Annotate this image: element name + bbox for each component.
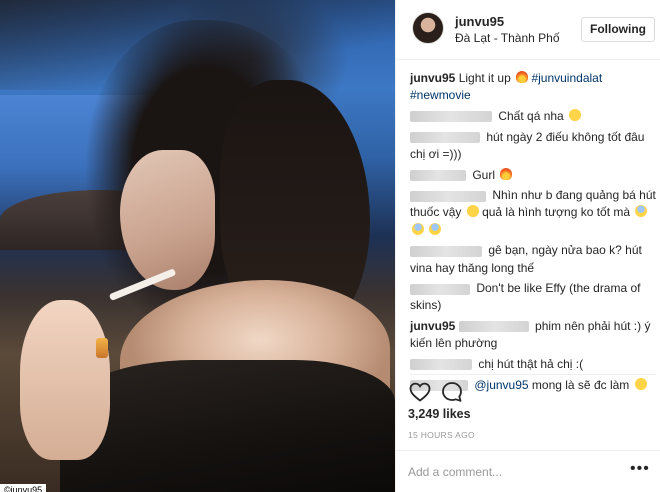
section-divider <box>410 374 656 375</box>
comment-bubble-icon[interactable] <box>440 380 464 404</box>
header-location[interactable]: Đà Lạt - Thành Phố <box>455 31 573 45</box>
blurred-mention <box>458 321 529 333</box>
list-item: junvu95 phim nên phải hút :) ý kiến lên … <box>410 318 656 352</box>
comment-text: chị hút thật hả chị :( <box>478 357 584 372</box>
list-item: Don't be like Effy (the drama of skins) <box>410 280 656 314</box>
blurred-username <box>410 131 480 143</box>
blurred-username <box>410 169 466 181</box>
add-comment-row: ••• <box>396 450 660 492</box>
smirk-emoji-icon <box>466 205 479 218</box>
likes-count[interactable]: 3,249 likes <box>408 407 471 421</box>
photo-lighter <box>96 338 108 358</box>
more-options-icon[interactable]: ••• <box>630 461 650 477</box>
hashtag-junvuindalat[interactable]: #junvuindalat <box>531 71 602 85</box>
scream-emoji-icon <box>429 222 442 235</box>
fire-emoji-icon <box>516 71 529 83</box>
following-button[interactable]: Following <box>581 17 655 42</box>
laughing-emoji-icon <box>569 108 582 121</box>
list-item: hút ngày 2 điếu không tốt đâu chị ơi =))… <box>410 129 656 163</box>
post-side-panel: junvu95 Đà Lạt - Thành Phố Following jun… <box>395 0 660 492</box>
fire-emoji-icon <box>500 167 513 180</box>
list-item: gê bạn, ngày nửa bao k? hút vina hay thă… <box>410 242 656 276</box>
blurred-username <box>410 190 486 202</box>
post-photo[interactable]: ©junvu95 <box>0 0 395 492</box>
hashtag-newmovie[interactable]: #newmovie <box>410 88 471 102</box>
caption-username[interactable]: junvu95 <box>410 71 455 85</box>
blurred-username <box>410 283 470 295</box>
list-item: chị hút thật hả chị :( <box>410 356 656 373</box>
scream-emoji-icon <box>412 222 424 235</box>
comment-text: Chất qá nha <box>498 108 564 123</box>
list-item: Gurl <box>410 167 656 184</box>
list-item: Chất qá nha <box>410 108 656 125</box>
avatar[interactable] <box>412 12 444 44</box>
post-header: junvu95 Đà Lạt - Thành Phố Following <box>396 0 660 60</box>
photo-jacket <box>60 360 395 492</box>
blurred-username <box>410 245 482 257</box>
comment-list: junvu95 Light it up #junvuindalat #newmo… <box>410 70 656 397</box>
comment-text-continued: quả là hình tượng ko tốt mà <box>482 205 631 220</box>
add-comment-input[interactable] <box>408 463 618 481</box>
blurred-username <box>410 111 492 123</box>
header-username[interactable]: junvu95 <box>455 14 504 29</box>
photo-hand <box>20 300 110 460</box>
scream-emoji-icon <box>635 205 648 218</box>
comment-text: Gurl <box>472 167 496 182</box>
blurred-username <box>410 359 472 371</box>
photo-watermark: ©junvu95 <box>0 484 47 492</box>
mention-junvu95[interactable]: @junvu95 <box>474 378 528 392</box>
heart-icon[interactable] <box>408 380 432 404</box>
list-item: Nhìn như b đang quảng bá hút thuốc vậy q… <box>410 187 656 239</box>
comment-text: mong là sẽ đc làm <box>531 377 630 392</box>
comment-username[interactable]: junvu95 <box>410 319 455 333</box>
sweat-emoji-icon <box>634 377 647 390</box>
caption-text: Light it up <box>458 71 511 85</box>
caption: junvu95 Light it up #junvuindalat #newmo… <box>410 70 656 104</box>
post-timestamp[interactable]: 15 HOURS AGO <box>408 430 475 440</box>
